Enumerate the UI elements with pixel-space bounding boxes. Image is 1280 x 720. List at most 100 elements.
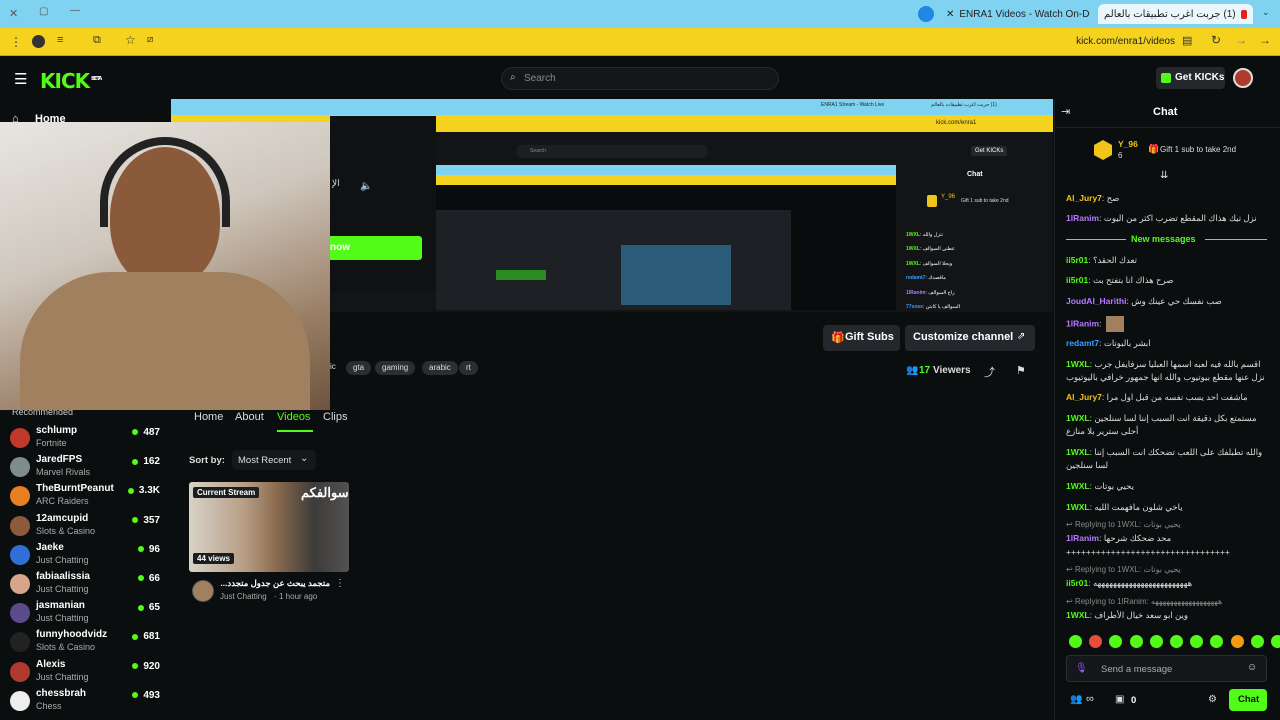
chat-message[interactable]: 1WXL: مستمتع بكل دقيقة انت السبب إننا لس… xyxy=(1066,412,1266,438)
star-icon[interactable]: ☆ xyxy=(125,33,136,47)
sidebar-channel[interactable]: TheBurntPeanut ARC Raiders 3.3K xyxy=(10,483,160,511)
restore-window-icon[interactable]: ▢ xyxy=(39,6,48,17)
chat-message[interactable]: redamt7: ابشر بالبوتات xyxy=(1066,337,1266,350)
video-channel-avatar[interactable] xyxy=(192,580,214,602)
emote-icon[interactable] xyxy=(1230,635,1244,648)
chat-message[interactable]: 1WXL: ياخي شلون مافهمت الليه xyxy=(1066,501,1266,514)
collections-icon[interactable]: ⧉ xyxy=(93,34,101,47)
leader-name[interactable]: Y_96 xyxy=(1118,139,1138,149)
volume-icon[interactable]: 🔈 xyxy=(360,181,372,192)
chat-message[interactable]: 1lRanim: xyxy=(1066,316,1266,332)
emote-icon[interactable] xyxy=(1170,635,1183,648)
more-options-icon[interactable]: ⋮ xyxy=(335,578,345,589)
reader-mode-icon[interactable]: ▤ xyxy=(1182,34,1192,47)
get-kicks-button[interactable]: Get KICKs xyxy=(1156,67,1225,89)
category-tag[interactable]: gaming xyxy=(375,361,416,375)
reply-header[interactable]: ↩ Replying to 1lRanim: ههههههههههههههههه… xyxy=(1066,597,1222,606)
chat-input[interactable]: 🎙 Send a message ☺ xyxy=(1066,655,1267,682)
sidebar-channel[interactable]: funnyhoodvidz Slots & Casino 681 xyxy=(10,629,160,657)
back-icon[interactable]: → xyxy=(1259,33,1271,47)
points-icon[interactable]: ▣ xyxy=(1115,694,1124,705)
nav-videos[interactable]: Videos xyxy=(277,411,310,423)
leader-gift-text[interactable]: Gift 1 sub to take 2nd xyxy=(1160,145,1236,154)
video-title[interactable]: متجمد يبحث عن جدول متجدد... xyxy=(220,578,330,589)
customize-channel-button[interactable]: Customize channel ⇗ xyxy=(905,325,1035,351)
tab-active[interactable]: ✕ ENRA1 Videos - Watch On-Demand xyxy=(940,4,1090,24)
chat-message[interactable]: 1WXL: اقسم بالله فيه لعبه اسمها العبليا … xyxy=(1066,358,1266,384)
chat-message[interactable]: ii5r01: صرح هذاك انا بتفتح بث xyxy=(1066,274,1266,287)
sidebar-channel[interactable]: 12amcupid Slots & Casino 357 xyxy=(10,513,160,541)
chat-username[interactable]: 1WXL xyxy=(1066,359,1090,369)
chat-message[interactable]: 1lRanim: محد ضحكك شرحها xyxy=(1066,532,1266,545)
hamburger-menu-icon[interactable]: ☰ xyxy=(14,70,27,88)
url-text[interactable]: kick.com/enra1/videos xyxy=(1040,36,1175,47)
chat-username[interactable]: ii5r01 xyxy=(1066,578,1088,588)
chat-username[interactable]: 1WXL xyxy=(1066,502,1090,512)
emote-icon[interactable] xyxy=(1069,635,1082,648)
category-tag[interactable]: rt xyxy=(459,361,478,375)
sidebar-channel[interactable]: chessbrah Chess 493 xyxy=(10,688,160,716)
chat-message[interactable]: Al_Jury7: ماشفت احد يسب نفسه من قبل اول … xyxy=(1066,391,1266,404)
chat-username[interactable]: 1lRanim xyxy=(1066,533,1099,543)
emote-icon[interactable] xyxy=(1250,635,1264,648)
emote-icon[interactable] xyxy=(1129,635,1143,648)
category-tag[interactable]: arabic xyxy=(422,361,458,375)
chat-username[interactable]: ii5r01 xyxy=(1066,275,1088,285)
chat-username[interactable]: Al_Jury7 xyxy=(1066,392,1102,402)
reading-list-icon[interactable]: ≡ xyxy=(57,34,63,46)
reload-icon[interactable]: ↻ xyxy=(1211,33,1221,47)
chat-message[interactable]: JoudAl_Harithi: صب نفسك حي عينك وش xyxy=(1066,295,1266,308)
chat-username[interactable]: 1lRanim xyxy=(1066,213,1099,223)
sidebar-channel[interactable]: Alexis Just Chatting 920 xyxy=(10,659,160,687)
chat-message[interactable]: 1WXL: والله تطبلفك على اللعب تضحكك انت ا… xyxy=(1066,446,1266,472)
chat-message[interactable]: 1WXL: يحيي بوتات xyxy=(1066,480,1266,493)
expand-pinned-icon[interactable]: ⇊ xyxy=(1160,170,1168,181)
emoji-icon[interactable]: ☺ xyxy=(1247,662,1257,673)
minimize-window-icon[interactable]: — xyxy=(70,5,80,16)
tab-youtube[interactable]: (1) جربت اغرب تطبيقات بالعالم xyxy=(1098,4,1253,24)
nav-about[interactable]: About xyxy=(235,411,264,423)
share-icon[interactable]: ⤴ xyxy=(984,364,995,380)
chat-message[interactable]: 1lRanim: نزل تيك هذاك المقطع تضرب اكثر م… xyxy=(1066,212,1266,225)
chat-username[interactable]: JoudAl_Harithi xyxy=(1066,296,1126,306)
overlay-follow-button[interactable]: now xyxy=(330,236,422,260)
forward-icon[interactable]: → xyxy=(1235,33,1247,47)
chat-message[interactable]: ii5r01: ههههههههههههههههههههههههه xyxy=(1066,577,1266,590)
reply-header[interactable]: ↩ Replying to 1WXL: يحيي بوتات xyxy=(1066,565,1181,574)
send-chat-button[interactable]: Chat xyxy=(1229,689,1267,711)
gift-subs-button[interactable]: 🎁 Gift Subs xyxy=(823,325,900,351)
menu-icon[interactable]: ⋮ xyxy=(10,35,22,49)
translate-icon[interactable]: ⧄ xyxy=(147,34,153,45)
chat-username[interactable]: 1WXL xyxy=(1066,610,1090,620)
kick-logo[interactable]: KICK BETA xyxy=(40,69,102,93)
settings-icon[interactable]: ⚙ xyxy=(1208,694,1217,705)
collapse-chat-icon[interactable]: ⇥ xyxy=(1061,105,1070,118)
chat-username[interactable]: ii5r01 xyxy=(1066,255,1088,265)
nav-home[interactable]: Home xyxy=(194,411,223,423)
reply-header[interactable]: ↩ Replying to 1WXL: يحيي بوتات xyxy=(1066,520,1181,529)
chat-message[interactable]: ii5r01: تعدك الحقد؟ xyxy=(1066,254,1266,267)
chat-username[interactable]: 1WXL xyxy=(1066,447,1090,457)
user-avatar[interactable] xyxy=(1233,68,1253,88)
chat-username[interactable]: Al_Jury7 xyxy=(1066,193,1102,203)
search-bar[interactable]: ⌕ Search xyxy=(501,67,779,90)
category-tag[interactable]: gta xyxy=(346,361,372,375)
tab-close-icon[interactable]: ✕ xyxy=(946,9,954,20)
extension-icon[interactable] xyxy=(32,35,45,48)
sidebar-channel[interactable]: fabiaalissia Just Chatting 66 xyxy=(10,571,160,599)
nav-clips[interactable]: Clips xyxy=(323,411,347,423)
emote-icon[interactable] xyxy=(1149,635,1163,648)
users-icon[interactable]: 👥 xyxy=(1070,694,1082,705)
tab-search-icon[interactable] xyxy=(918,6,934,22)
close-window-icon[interactable]: ✕ xyxy=(9,7,18,20)
sidebar-channel[interactable]: schlump Fortnite 487 xyxy=(10,425,160,453)
video-thumbnail[interactable]: Current Stream سوالفكم 44 views xyxy=(189,482,349,572)
report-icon[interactable]: ⚑ xyxy=(1016,364,1026,377)
chat-username[interactable]: 1lRanim xyxy=(1066,318,1099,328)
emote-icon[interactable] xyxy=(1271,635,1280,648)
chat-username[interactable]: 1WXL xyxy=(1066,481,1090,491)
chat-message[interactable]: Al_Jury7: صح xyxy=(1066,192,1266,205)
tag-partial[interactable]: ic xyxy=(330,362,336,371)
sort-dropdown[interactable]: Most Recent ⌄ xyxy=(232,450,316,470)
chat-username[interactable]: redamt7 xyxy=(1066,338,1099,348)
